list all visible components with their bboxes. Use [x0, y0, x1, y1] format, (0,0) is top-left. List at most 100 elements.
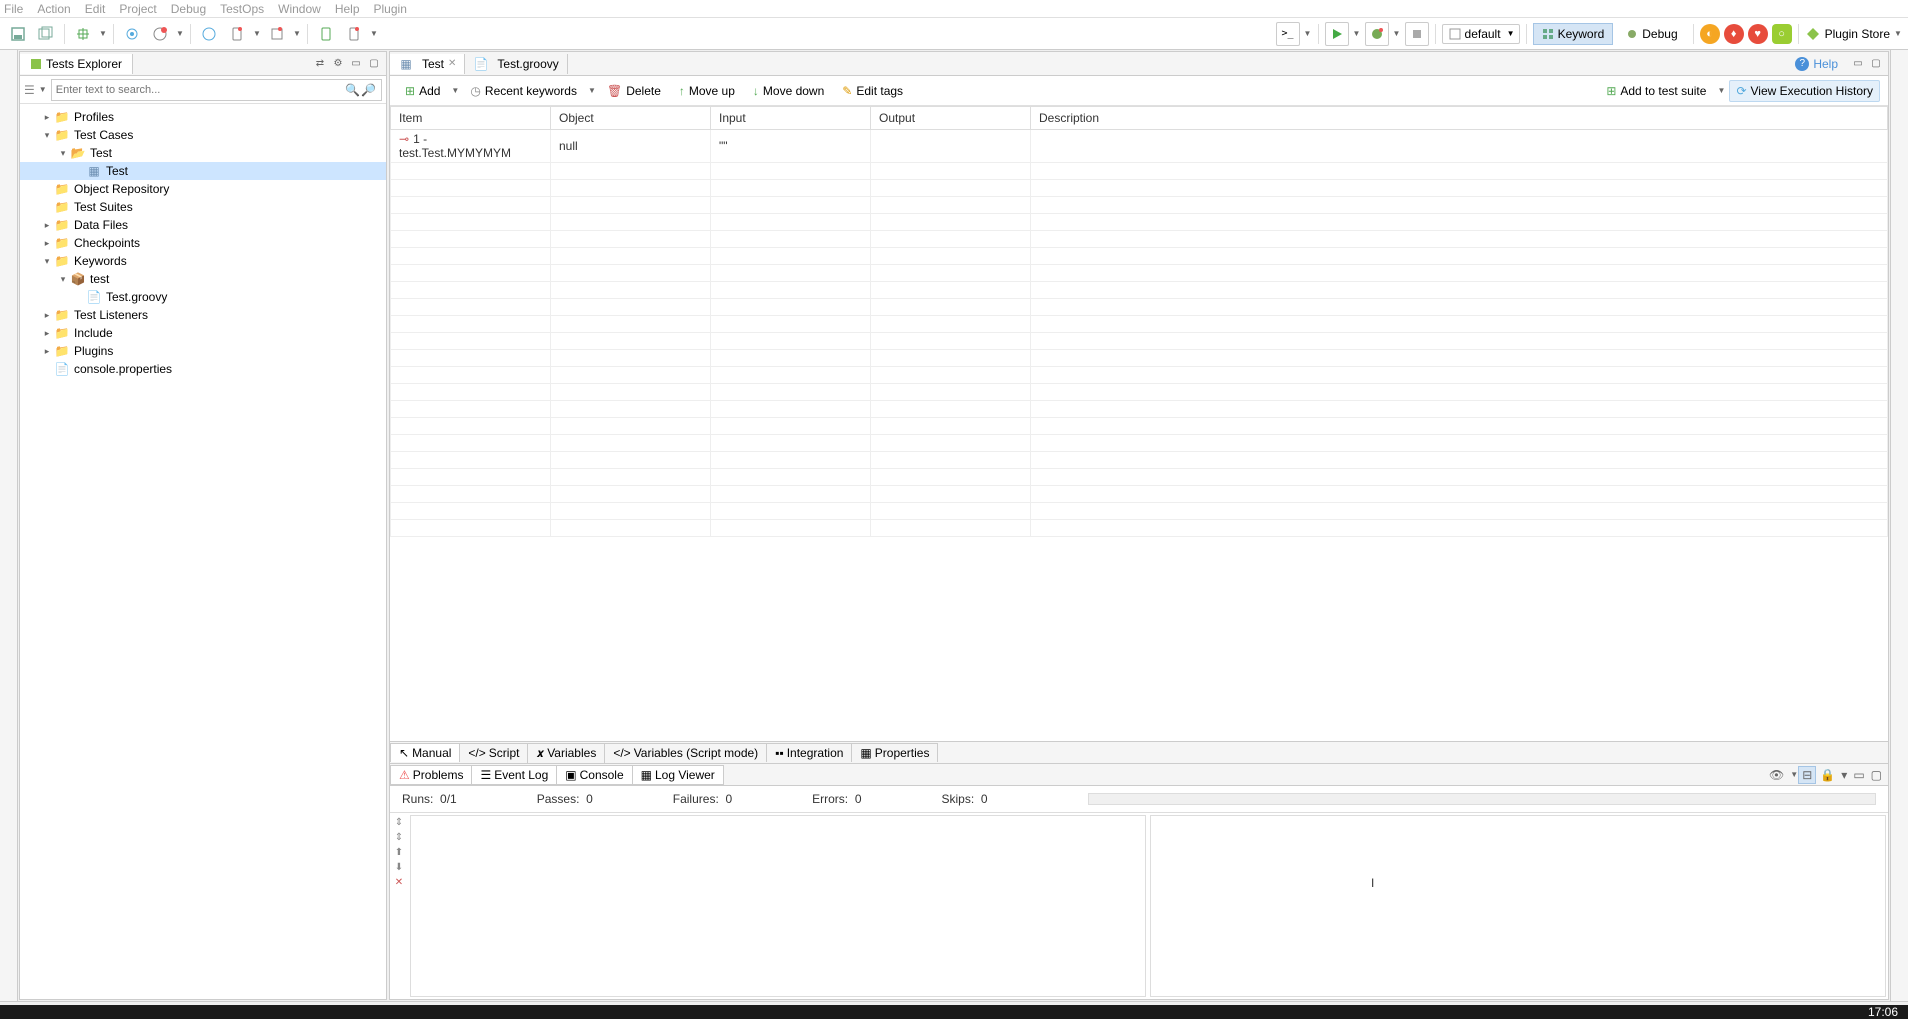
table-row[interactable]: [391, 316, 1888, 333]
tree-profiles[interactable]: ▸📁Profiles: [20, 108, 386, 126]
collapse-icon[interactable]: ⚙: [330, 56, 346, 72]
eye-dropdown[interactable]: ▼: [1788, 770, 1796, 779]
terminal-dropdown[interactable]: ▼: [1304, 29, 1312, 38]
table-row[interactable]: [391, 299, 1888, 316]
spy-web-icon[interactable]: [120, 22, 144, 46]
tab-integration[interactable]: ▪▪Integration: [766, 743, 852, 762]
spy-windows-icon[interactable]: [265, 22, 289, 46]
tab-problems[interactable]: ⚠Problems: [390, 765, 472, 785]
clear-icon[interactable]: ✕: [395, 877, 403, 888]
table-row[interactable]: [391, 197, 1888, 214]
suite-dropdown[interactable]: ▼: [1717, 86, 1725, 95]
table-row[interactable]: [391, 180, 1888, 197]
tree-console-props[interactable]: 📄console.properties: [20, 360, 386, 378]
log-tree-area[interactable]: [410, 815, 1146, 997]
search-icon[interactable]: 🔍: [345, 83, 361, 97]
new-icon[interactable]: [71, 22, 95, 46]
menu-plugin[interactable]: Plugin: [374, 2, 407, 16]
debug-run-dropdown[interactable]: ▼: [1393, 29, 1401, 38]
close-tab-icon[interactable]: ✕: [448, 58, 456, 69]
table-row[interactable]: [391, 486, 1888, 503]
record-dropdown[interactable]: ▼: [176, 29, 184, 38]
tree-test-cases[interactable]: ▾📁Test Cases: [20, 126, 386, 144]
tab-manual[interactable]: ↖Manual: [390, 743, 460, 762]
menu-action[interactable]: Action: [37, 2, 70, 16]
tree-checkpoints[interactable]: ▸📁Checkpoints: [20, 234, 386, 252]
editor-minimize-icon[interactable]: ▭: [1850, 56, 1866, 72]
tree-object-repo[interactable]: 📁Object Repository: [20, 180, 386, 198]
spy-mobile-icon[interactable]: [197, 22, 221, 46]
spy-windows-dropdown[interactable]: ▼: [293, 29, 301, 38]
record-mobile-icon[interactable]: [225, 22, 249, 46]
keyword-mode-button[interactable]: Keyword: [1533, 23, 1614, 45]
moveup-button[interactable]: ↑Move up: [672, 80, 742, 102]
new-dropdown[interactable]: ▼: [99, 29, 107, 38]
pin-icon[interactable]: ▾: [1839, 768, 1849, 782]
tree-test-listeners[interactable]: ▸📁Test Listeners: [20, 306, 386, 324]
api-icon[interactable]: [314, 22, 338, 46]
table-row[interactable]: [391, 248, 1888, 265]
tree-data-files[interactable]: ▸📁Data Files: [20, 216, 386, 234]
run-icon[interactable]: [1325, 22, 1349, 46]
api-record-dropdown[interactable]: ▼: [370, 29, 378, 38]
tab-logviewer[interactable]: ▦Log Viewer: [632, 765, 724, 785]
add-to-suite-button[interactable]: ⊞Add to test suite: [1599, 80, 1713, 102]
gift-icon[interactable]: ♦: [1724, 24, 1744, 44]
table-row[interactable]: [391, 520, 1888, 537]
edittags-button[interactable]: ✎Edit tags: [835, 80, 910, 102]
profile-selector[interactable]: default ▼: [1442, 24, 1520, 44]
table-row[interactable]: [391, 452, 1888, 469]
log-minimize-icon[interactable]: ▭: [1851, 768, 1866, 782]
editor-tab-groovy[interactable]: 📄 Test.groovy: [465, 54, 567, 74]
menu-edit[interactable]: Edit: [85, 2, 106, 16]
add-button[interactable]: ⊞Add: [398, 80, 447, 102]
minimize-icon[interactable]: ▭: [348, 56, 364, 72]
table-row[interactable]: [391, 435, 1888, 452]
tests-explorer-tab[interactable]: Tests Explorer: [20, 54, 133, 74]
debug-mode-button[interactable]: Debug: [1617, 23, 1686, 45]
tab-variables[interactable]: 𝒙Variables: [527, 743, 605, 763]
tab-properties[interactable]: ▦Properties: [851, 743, 938, 762]
recent-dropdown[interactable]: ▼: [588, 86, 596, 95]
delete-button[interactable]: 🗑Delete: [600, 80, 668, 102]
filter-dropdown[interactable]: ▼: [39, 85, 47, 94]
col-output[interactable]: Output: [871, 107, 1031, 130]
table-row[interactable]: ⊸1 - test.Test.MYMYMYM null "": [391, 130, 1888, 163]
table-row[interactable]: [391, 418, 1888, 435]
table-row[interactable]: [391, 350, 1888, 367]
expand-all-icon[interactable]: ⇕: [395, 817, 403, 828]
run-dropdown[interactable]: ▼: [1353, 29, 1361, 38]
table-row[interactable]: [391, 367, 1888, 384]
recent-keywords-button[interactable]: ◷Recent keywords: [463, 80, 584, 102]
record-mobile-dropdown[interactable]: ▼: [253, 29, 261, 38]
col-description[interactable]: Description: [1031, 107, 1888, 130]
menu-help[interactable]: Help: [335, 2, 360, 16]
tree-groovy-file[interactable]: 📄Test.groovy: [20, 288, 386, 306]
tab-script[interactable]: </>Script: [459, 743, 528, 762]
log-maximize-icon[interactable]: ▢: [1869, 768, 1884, 782]
help-button[interactable]: ? Help: [1787, 54, 1846, 74]
editor-tab-test[interactable]: ▦ Test ✕: [390, 54, 465, 74]
tree-test-folder[interactable]: ▾📂Test: [20, 144, 386, 162]
search-input[interactable]: [56, 84, 345, 96]
table-row[interactable]: [391, 282, 1888, 299]
feedback-icon[interactable]: ○: [1772, 24, 1792, 44]
col-object[interactable]: Object: [551, 107, 711, 130]
movedown-button[interactable]: ↓Move down: [746, 80, 831, 102]
tree-test-pkg[interactable]: ▾📦test: [20, 270, 386, 288]
editor-maximize-icon[interactable]: ▢: [1868, 56, 1884, 72]
log-detail-area[interactable]: I: [1150, 815, 1886, 997]
analytics-icon[interactable]: ◐: [1700, 24, 1720, 44]
tree-view-icon[interactable]: ⊟: [1798, 766, 1816, 784]
eye-icon[interactable]: 👁: [1767, 768, 1786, 782]
tree-test-item[interactable]: ▦Test: [20, 162, 386, 180]
debug-run-icon[interactable]: [1365, 22, 1389, 46]
stop-icon[interactable]: [1405, 22, 1429, 46]
prev-fail-icon[interactable]: ⬆: [395, 847, 403, 858]
view-history-button[interactable]: ⟳View Execution History: [1729, 80, 1880, 102]
advanced-search-icon[interactable]: 🔎: [361, 83, 377, 97]
table-row[interactable]: [391, 231, 1888, 248]
lock-icon[interactable]: 🔒: [1818, 768, 1837, 782]
menu-testops[interactable]: TestOps: [220, 2, 264, 16]
collapse-all-icon[interactable]: ⇕: [395, 832, 403, 843]
